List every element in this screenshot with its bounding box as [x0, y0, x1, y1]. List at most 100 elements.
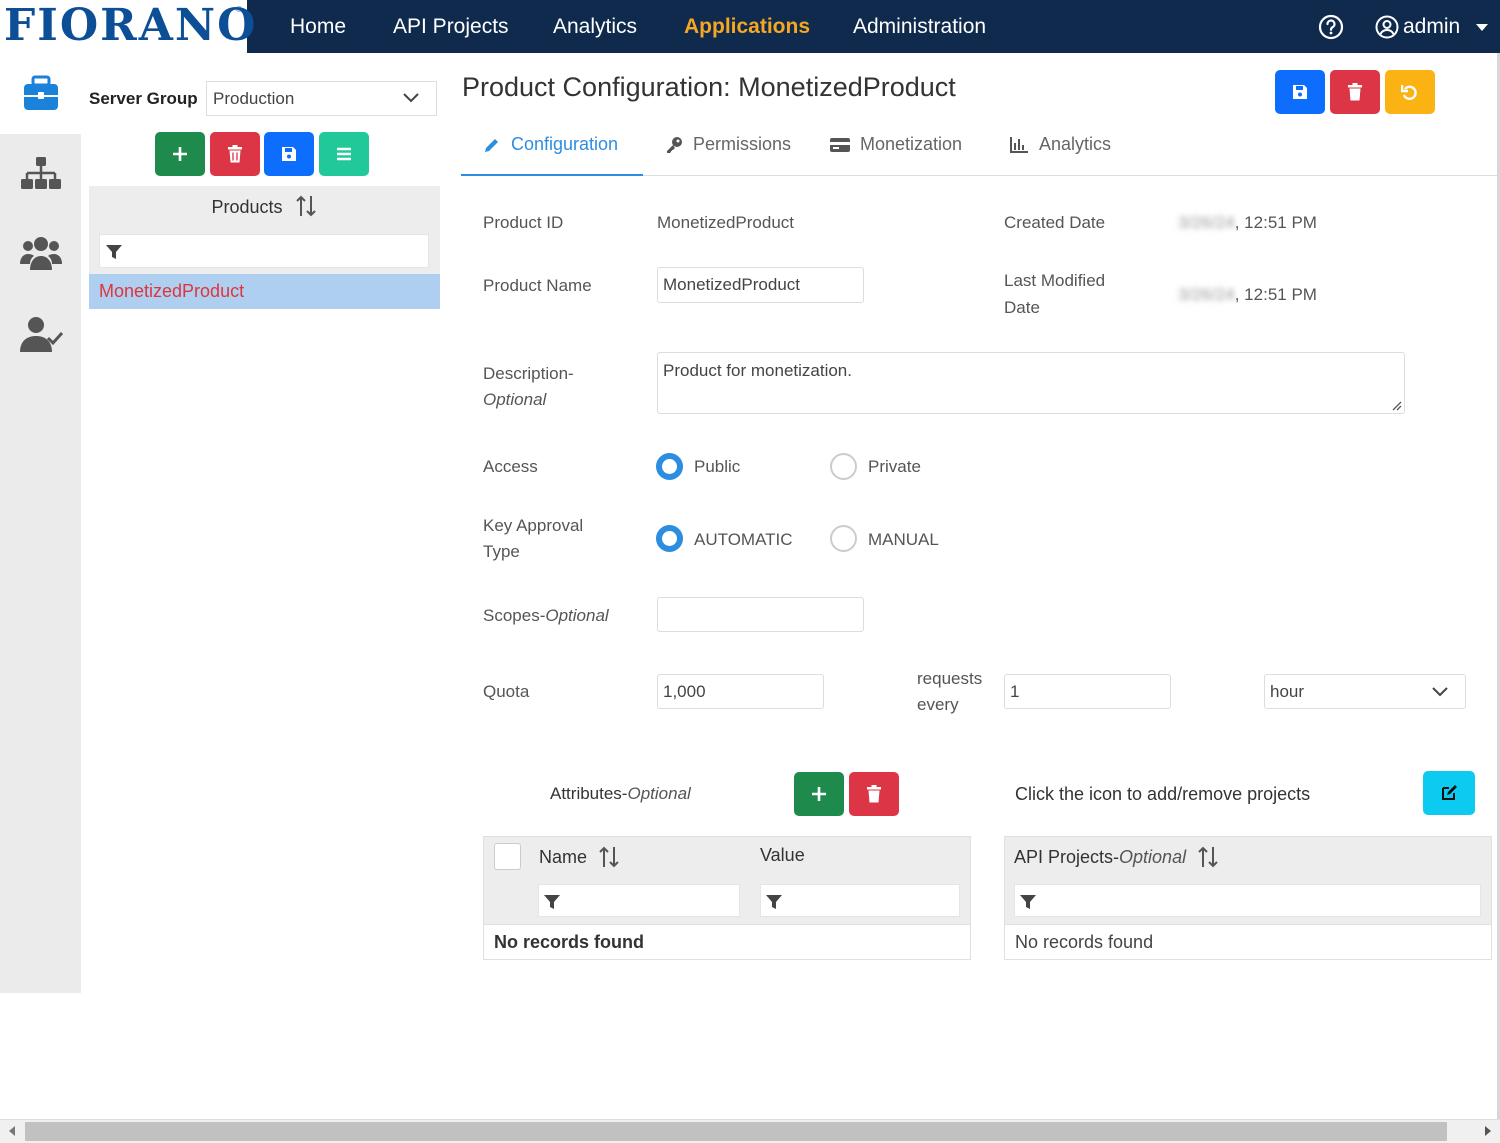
sitemap-icon[interactable] — [18, 154, 64, 194]
add-attribute-button[interactable] — [794, 772, 844, 816]
products-filter-input[interactable] — [99, 234, 429, 268]
tab-configuration[interactable]: Configuration — [483, 134, 618, 155]
nav-administration[interactable]: Administration — [853, 14, 986, 40]
attributes-label-text: Attributes- — [550, 784, 628, 803]
delete-attribute-button[interactable] — [849, 772, 899, 816]
filter-icon — [544, 895, 560, 909]
attributes-label: Attributes-Optional — [550, 781, 691, 807]
edit-projects-button[interactable] — [1423, 771, 1475, 815]
undo-icon — [1401, 85, 1417, 101]
select-all-checkbox[interactable] — [494, 843, 521, 870]
created-time: , 12:51 PM — [1234, 213, 1317, 232]
product-list-item[interactable]: MonetizedProduct — [89, 274, 440, 309]
attributes-grid-body: No records found — [483, 924, 971, 960]
users-icon[interactable] — [18, 234, 64, 274]
tab-bar: Configuration Permissions Monetization A… — [461, 120, 1497, 176]
key-approval-label-line2: Type — [483, 542, 520, 561]
sort-icon[interactable] — [294, 194, 318, 218]
projects-grid-body: No records found — [1004, 924, 1492, 960]
description-value: Product for monetization. — [663, 361, 852, 380]
save-icon — [282, 147, 296, 161]
quota-value: 1,000 — [663, 682, 706, 701]
access-private-radio[interactable] — [830, 453, 857, 480]
credit-card-icon — [830, 137, 850, 152]
key-approval-automatic-radio[interactable] — [656, 525, 683, 552]
server-group-select[interactable]: Production — [206, 81, 437, 116]
user-check-icon[interactable] — [18, 314, 64, 354]
quota-input[interactable]: 1,000 — [657, 674, 824, 709]
plus-icon — [173, 147, 187, 161]
access-public-radio[interactable] — [656, 453, 683, 480]
key-approval-automatic-label: AUTOMATIC — [694, 530, 793, 549]
tab-monetization[interactable]: Monetization — [830, 134, 962, 155]
attributes-col-value-label: Value — [760, 845, 805, 865]
save-button[interactable] — [1275, 70, 1325, 114]
projects-col-label: API Projects-Optional — [1014, 847, 1186, 868]
products-header-label: Products — [211, 197, 283, 217]
nav-home[interactable]: Home — [290, 14, 346, 40]
requests-every-line2: every — [917, 695, 959, 714]
attributes-col-name[interactable]: Name — [539, 845, 621, 869]
attributes-col-value[interactable]: Value — [760, 845, 805, 866]
projects-empty-message: No records found — [1015, 932, 1154, 952]
list-menu-button[interactable] — [319, 132, 369, 176]
server-group-label: Server Group — [89, 89, 198, 108]
tab-permissions[interactable]: Permissions — [665, 134, 791, 155]
help-icon[interactable] — [1318, 14, 1344, 40]
filter-icon — [766, 895, 782, 909]
add-product-button[interactable] — [155, 132, 205, 176]
fiorano-logo[interactable]: FIORANO ® — [0, 0, 255, 53]
tab-permissions-label: Permissions — [693, 134, 792, 154]
pencil-icon — [485, 138, 498, 152]
product-name-label: Product Name — [483, 276, 592, 295]
products-column-header[interactable]: Products — [89, 194, 440, 218]
access-private-label: Private — [868, 457, 921, 476]
server-group-value: Production — [213, 89, 295, 108]
scroll-left-arrow-icon[interactable] — [8, 1126, 16, 1136]
horizontal-scroll-thumb[interactable] — [25, 1122, 1447, 1141]
trash-icon — [228, 145, 242, 163]
page-title: Product Configuration: MonetizedProduct — [462, 72, 956, 102]
projects-hint: Click the icon to add/remove projects — [1015, 784, 1311, 804]
attributes-value-filter[interactable] — [760, 884, 960, 917]
nav-api-projects[interactable]: API Projects — [393, 14, 509, 40]
sort-icon[interactable] — [1196, 845, 1220, 869]
last-modified-blurred: 3/26/24 — [1178, 285, 1235, 304]
interval-unit-select[interactable]: hour — [1264, 674, 1466, 709]
scroll-right-arrow-icon[interactable] — [1484, 1126, 1492, 1136]
reset-button[interactable] — [1385, 70, 1435, 114]
product-name-input[interactable]: MonetizedProduct — [657, 267, 864, 303]
resize-handle-icon[interactable] — [1390, 399, 1402, 411]
scopes-label-optional: Optional — [545, 606, 609, 625]
key-approval-manual-radio[interactable] — [830, 525, 857, 552]
save-icon — [1293, 85, 1307, 99]
nav-analytics[interactable]: Analytics — [553, 14, 637, 40]
tab-analytics[interactable]: Analytics — [1009, 134, 1111, 155]
user-name: admin — [1403, 15, 1461, 38]
key-approval-manual-label: MANUAL — [868, 530, 939, 549]
list-icon — [337, 147, 351, 161]
quota-label: Quota — [483, 682, 530, 701]
briefcase-icon[interactable] — [18, 74, 64, 114]
nav-applications[interactable]: Applications — [684, 14, 810, 40]
projects-col[interactable]: API Projects-Optional — [1014, 845, 1220, 869]
projects-col-text: API Projects- — [1014, 846, 1120, 867]
delete-button[interactable] — [1330, 70, 1380, 114]
attributes-name-filter[interactable] — [538, 884, 740, 917]
filter-icon — [106, 245, 122, 259]
product-id-value: MonetizedProduct — [657, 213, 795, 232]
chevron-down-icon — [1432, 687, 1448, 697]
description-textarea[interactable]: Product for monetization. — [657, 352, 1405, 414]
delete-product-button[interactable] — [210, 132, 260, 176]
projects-filter-input[interactable] — [1014, 884, 1481, 917]
interval-input[interactable]: 1 — [1004, 674, 1171, 709]
tab-analytics-label: Analytics — [1039, 134, 1112, 154]
user-menu[interactable]: admin — [1375, 14, 1489, 40]
plus-icon — [812, 787, 826, 801]
sort-icon[interactable] — [597, 845, 621, 869]
projects-col-optional: Optional — [1119, 846, 1187, 867]
last-modified-label-line1: Last Modified — [1004, 271, 1106, 290]
access-label: Access — [483, 457, 538, 476]
scopes-input[interactable] — [657, 597, 864, 632]
save-product-button[interactable] — [264, 132, 314, 176]
